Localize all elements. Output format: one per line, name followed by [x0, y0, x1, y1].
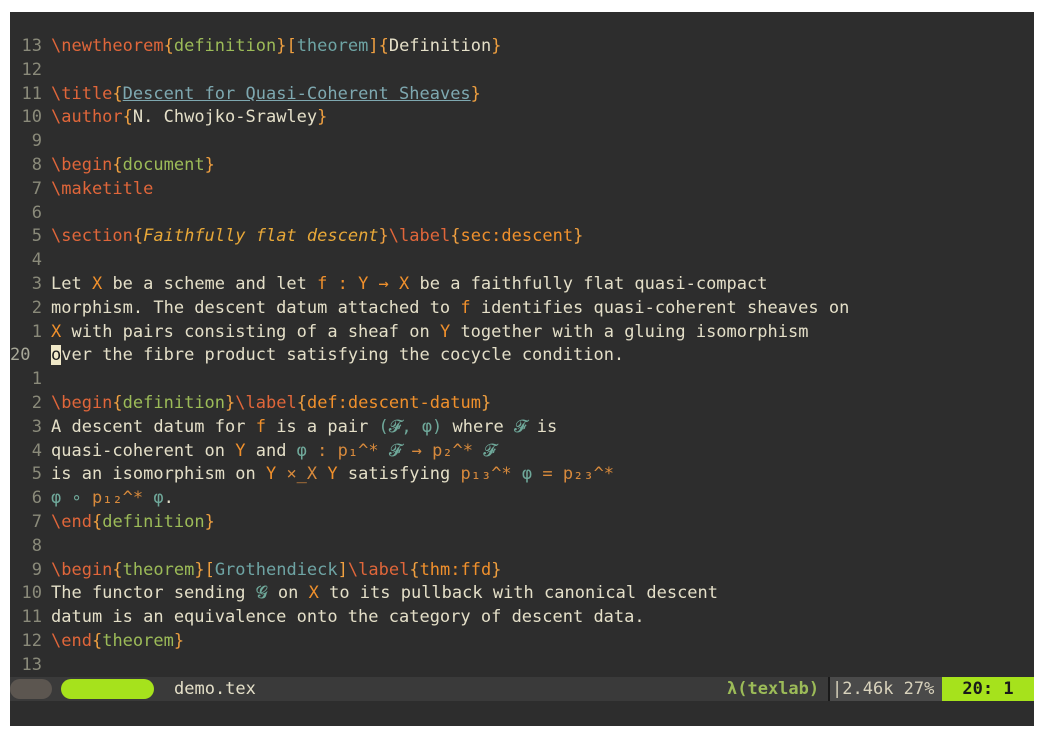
line-content[interactable]: \section{Faithfully flat descent}\label{…	[51, 225, 583, 249]
line-number: 1	[31, 321, 42, 342]
line-content[interactable]: datum is an equivalence onto the categor…	[51, 606, 645, 630]
code-line[interactable]: 6	[10, 202, 1034, 226]
line-content[interactable]: morphism. The descent datum attached to …	[51, 297, 849, 321]
line-number: 2	[31, 297, 42, 318]
code-line[interactable]: 1 X with pairs consisting of a sheaf on Y…	[10, 321, 1034, 345]
code-line[interactable]: 13	[10, 654, 1034, 678]
line-content[interactable]: A descent datum for f is a pair (𝓕, φ) w…	[51, 416, 557, 440]
line-content[interactable]: over the fibre product satisfying the co…	[51, 344, 624, 368]
line-number: 1	[31, 369, 42, 390]
line-content[interactable]: \end{theorem}	[51, 630, 184, 654]
line-content[interactable]: The functor sending 𝓖 on X to its pullba…	[51, 582, 718, 606]
code-line[interactable]: 11 \title{Descent for Quasi-Coherent Shea…	[10, 83, 1034, 107]
line-number: 3	[31, 273, 42, 294]
line-number: 5	[31, 464, 42, 485]
line-number: 12	[21, 630, 42, 651]
line-number: 13	[21, 654, 42, 675]
code-line[interactable]: 11 datum is an equivalence onto the categ…	[10, 606, 1034, 630]
line-number: 4	[31, 440, 42, 461]
lsp-status: λ(texlab)	[727, 679, 820, 699]
code-line[interactable]: 4 quasi-coherent on Y and φ : p₁^* 𝓕 → p₂…	[10, 440, 1034, 464]
line-number: 6	[31, 488, 42, 509]
line-content[interactable]: \begin{theorem}[Grothendieck]\label{thm:…	[51, 559, 501, 583]
line-content[interactable]: \begin{definition}\label{def:descent-dat…	[51, 392, 491, 416]
line-number: 9	[31, 131, 42, 152]
line-number: 6	[31, 202, 42, 223]
code-line[interactable]: 10 \author{N. Chwojko-Srawley}	[10, 106, 1034, 130]
line-number: 13	[21, 36, 42, 56]
code-line[interactable]: 5 is an isomorphism on Y ×_X Y satisfying…	[10, 463, 1034, 487]
code-editor[interactable]: 13 \newtheorem{definition}[theorem]{Defin…	[10, 35, 1034, 678]
line-number: 12	[21, 59, 42, 80]
line-number: 7	[31, 178, 42, 199]
line-content[interactable]: φ ∘ p₁₂^* φ.	[51, 487, 174, 511]
code-line[interactable]: 12 \end{theorem}	[10, 630, 1034, 654]
line-content[interactable]: \newtheorem{definition}[theorem]{Definit…	[51, 35, 501, 59]
line-number: 20	[10, 345, 31, 366]
file-name: demo.tex	[174, 679, 256, 699]
code-line[interactable]: 13 \newtheorem{definition}[theorem]{Defin…	[10, 35, 1034, 59]
line-number: 2	[31, 392, 42, 413]
code-line[interactable]: 1	[10, 368, 1034, 392]
cursor-position: 20: 1	[942, 677, 1034, 701]
code-line-current[interactable]: 20 over the fibre product satisfying the …	[10, 344, 1034, 368]
line-content[interactable]: \author{N. Chwojko-Srawley}	[51, 106, 327, 130]
code-line[interactable]: 3 Let X be a scheme and let f : Y → X be …	[10, 273, 1034, 297]
line-content[interactable]: \maketitle	[51, 178, 153, 202]
line-number: 8	[31, 154, 42, 175]
line-number: 8	[31, 535, 42, 556]
code-line[interactable]: 4	[10, 249, 1034, 273]
code-line[interactable]: 10 The functor sending 𝓖 on X to its pull…	[10, 582, 1034, 606]
line-content[interactable]: \title{Descent for Quasi-Coherent Sheave…	[51, 83, 481, 107]
code-line[interactable]: 2 morphism. The descent datum attached to…	[10, 297, 1034, 321]
line-number: 3	[31, 416, 42, 437]
code-line[interactable]: 2 \begin{definition}\label{def:descent-da…	[10, 392, 1034, 416]
code-line[interactable]: 8 \begin{document}	[10, 154, 1034, 178]
line-content[interactable]: X with pairs consisting of a sheaf on Y …	[51, 321, 808, 345]
progress-indicator	[61, 679, 154, 699]
code-line[interactable]: 7 \end{definition}	[10, 511, 1034, 535]
line-content[interactable]: \end{definition}	[51, 511, 215, 535]
code-line[interactable]: 6 φ ∘ p₁₂^* φ.	[10, 487, 1034, 511]
line-number: 5	[31, 226, 42, 247]
status-bar: demo.tex λ(texlab) |2.46k 27% 20: 1	[10, 677, 1034, 701]
mode-indicator	[10, 679, 52, 699]
line-number: 11	[21, 607, 42, 628]
code-line[interactable]: 5 \section{Faithfully flat descent}\label…	[10, 225, 1034, 249]
code-line[interactable]: 12	[10, 59, 1034, 83]
code-line[interactable]: 9 \begin{theorem}[Grothendieck]\label{thm…	[10, 559, 1034, 583]
line-number: 10	[21, 583, 42, 604]
line-number: 11	[21, 83, 42, 104]
line-content[interactable]: \begin{document}	[51, 154, 215, 178]
code-line[interactable]: 3 A descent datum for f is a pair (𝓕, φ) …	[10, 416, 1034, 440]
line-content[interactable]: Let X be a scheme and let f : Y → X be a…	[51, 273, 768, 297]
file-size-percent: 2.46k 27%	[842, 679, 935, 699]
code-line[interactable]: 7 \maketitle	[10, 178, 1034, 202]
line-content[interactable]: is an isomorphism on Y ×_X Y satisfying …	[51, 463, 614, 487]
code-line[interactable]: 8	[10, 535, 1034, 559]
code-line[interactable]: 9	[10, 130, 1034, 154]
line-number: 4	[31, 250, 42, 271]
file-info: |2.46k 27%	[828, 677, 943, 701]
line-number: 9	[31, 559, 42, 580]
line-number: 7	[31, 511, 42, 532]
line-number: 10	[21, 107, 42, 128]
editor-window: 13 \newtheorem{definition}[theorem]{Defin…	[10, 12, 1034, 726]
line-content[interactable]: quasi-coherent on Y and φ : p₁^* 𝓕 → p₂^…	[51, 440, 496, 464]
